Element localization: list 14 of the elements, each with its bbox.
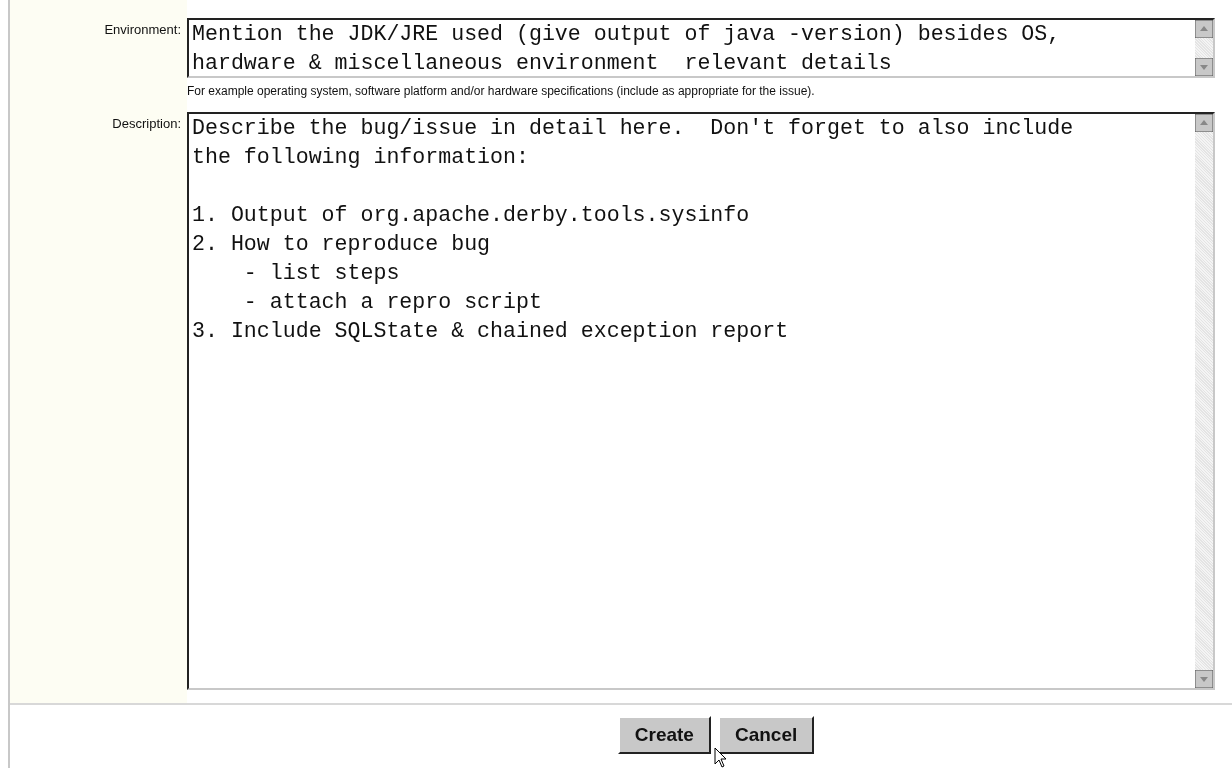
- scrollbar[interactable]: [1195, 114, 1213, 688]
- text-area[interactable]: Mention the JDK/JRE used (give output of java -version) besides OS, hardware & miscellaneous environment relevant details: [187, 18, 1215, 78]
- field-label: Description:: [111, 115, 182, 133]
- form-button[interactable]: Create: [617, 716, 711, 754]
- scroll-up-arrow[interactable]: [1195, 20, 1213, 38]
- field-hint: For example operating system, software platform and/or hardware specifications (include as appropriate for the issue).: [187, 83, 816, 100]
- field-label: Environment:: [103, 21, 182, 39]
- scroll-down-arrow[interactable]: [1195, 58, 1213, 76]
- form-button[interactable]: Cancel: [717, 716, 815, 754]
- scrollbar[interactable]: [1195, 20, 1213, 76]
- scroll-down-arrow[interactable]: [1195, 670, 1213, 688]
- text-area[interactable]: Describe the bug/issue in detail here. Don't forget to also include the following information: 1. Output of org.apache.derby.tools.sysinfo 2. How to reproduce bug - list steps - attach a repro script 3. Include SQLState & chained exception report: [187, 112, 1215, 690]
- scroll-up-arrow[interactable]: [1195, 114, 1213, 132]
- mouse-pointer-icon: [714, 747, 728, 768]
